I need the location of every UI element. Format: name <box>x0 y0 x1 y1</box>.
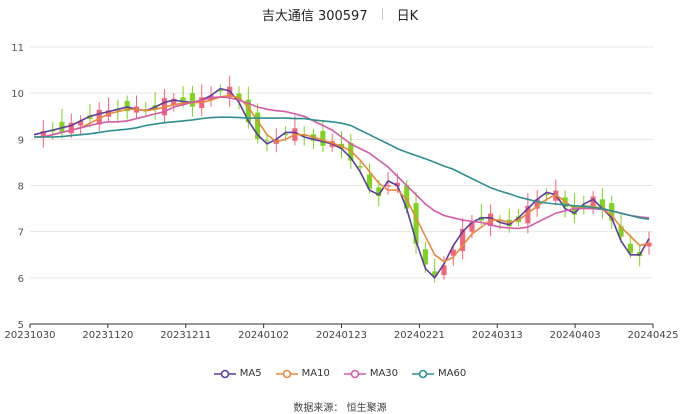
y-tick-label: 8 <box>18 182 24 193</box>
series-line-ma5 <box>33 87 650 280</box>
legend-marker <box>343 369 366 378</box>
y-tick-label: 7 <box>18 228 24 239</box>
legend-item-ma60[interactable]: MA60 <box>412 368 466 379</box>
legend-item-ma30[interactable]: MA30 <box>343 368 399 379</box>
x-tick-label: 20240425 <box>628 330 679 341</box>
legend-label: MA5 <box>239 368 262 379</box>
legend-item-ma10[interactable]: MA10 <box>275 368 330 379</box>
x-tick-label: 20231030 <box>5 330 56 341</box>
legend-label: MA10 <box>301 368 330 379</box>
candle-body <box>320 131 326 146</box>
x-tick-label: 20231120 <box>82 330 133 341</box>
chart-legend: MA5 MA10 MA30 MA60 <box>0 368 680 379</box>
data-source: 数据来源： 恒生聚源 <box>293 403 387 414</box>
candle-body <box>385 185 391 187</box>
stock-chart: 56789101120231030 20231120 20231211 2024010… <box>5 43 679 341</box>
x-tick-label: 20240102 <box>238 330 289 341</box>
legend-marker <box>275 369 298 378</box>
x-tick-label: 20240313 <box>472 330 523 341</box>
legend-marker <box>412 369 435 378</box>
candle-body <box>189 93 195 107</box>
x-tick-label: 20240123 <box>316 330 367 341</box>
x-tick-label: 20231211 <box>160 330 211 341</box>
legend-label: MA60 <box>438 368 467 379</box>
series-line-ma30 <box>34 96 650 230</box>
y-tick-label: 10 <box>11 89 24 100</box>
y-tick-label: 11 <box>11 43 24 54</box>
legend-item-ma5[interactable]: MA5 <box>213 368 262 379</box>
legend-marker <box>213 369 236 378</box>
candle-body <box>357 166 363 168</box>
y-tick-label: 6 <box>18 274 24 285</box>
x-tick-label: 20240403 <box>550 330 601 341</box>
x-tick-label: 20240221 <box>394 330 445 341</box>
legend-label: MA30 <box>369 368 399 379</box>
y-tick-label: 9 <box>18 135 24 146</box>
